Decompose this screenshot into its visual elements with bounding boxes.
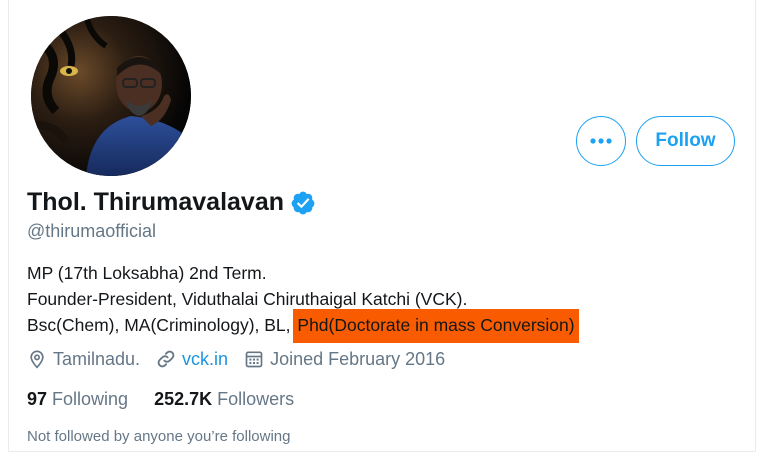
joined-text: Joined February 2016: [270, 348, 446, 369]
location-text: Tamilnadu.: [53, 348, 141, 369]
follow-stats: 97 Following 252.7K Followers: [27, 389, 320, 410]
followers-count: 252.7K: [154, 389, 213, 409]
profile-bio: MP (17th Loksabha) 2nd Term. Founder-Pre…: [27, 260, 579, 343]
bio-line: MP (17th Loksabha) 2nd Term.: [27, 263, 267, 283]
more-dots-icon: [590, 138, 612, 144]
website-link[interactable]: vck.in: [182, 349, 228, 370]
location-pin-icon: [30, 350, 44, 369]
profile-handle: @thirumaofficial: [27, 221, 156, 241]
following-label: Following: [52, 389, 129, 409]
location-item: Tamilnadu.: [27, 349, 140, 370]
avatar-image: [31, 16, 191, 176]
bio-highlighted-text: Phd(Doctorate in mass Conversion): [293, 309, 579, 343]
verified-badge-icon: [291, 191, 315, 214]
more-options-button[interactable]: [576, 116, 626, 166]
link-icon: [157, 350, 175, 368]
bio-line: Bsc(Chem), MA(Criminology), BL, Phd(Doct…: [27, 309, 579, 343]
calendar-icon: [245, 351, 263, 368]
following-count: 97: [27, 389, 48, 409]
follow-button-label: Follow: [655, 130, 716, 151]
follow-button[interactable]: Follow: [636, 116, 735, 166]
joined-item: Joined February 2016: [244, 349, 445, 370]
following-stat-link[interactable]: 97 Following: [27, 389, 128, 410]
followers-label: Followers: [217, 389, 295, 409]
avatar[interactable]: [27, 12, 195, 180]
followers-stat-link[interactable]: 252.7K Followers: [154, 389, 294, 410]
profile-display-name: Thol. Thirumavalavan: [27, 188, 316, 217]
profile-meta: Tamilnadu. vck.in Joined February 2016: [27, 347, 461, 371]
bio-line-text: Bsc(Chem), MA(Criminology), BL,: [27, 315, 291, 335]
display-name-text: Thol. Thirumavalavan: [27, 188, 285, 216]
website-item[interactable]: vck.in: [156, 349, 228, 370]
not-followed-notice: Not followed by anyone you’re following: [27, 428, 291, 445]
